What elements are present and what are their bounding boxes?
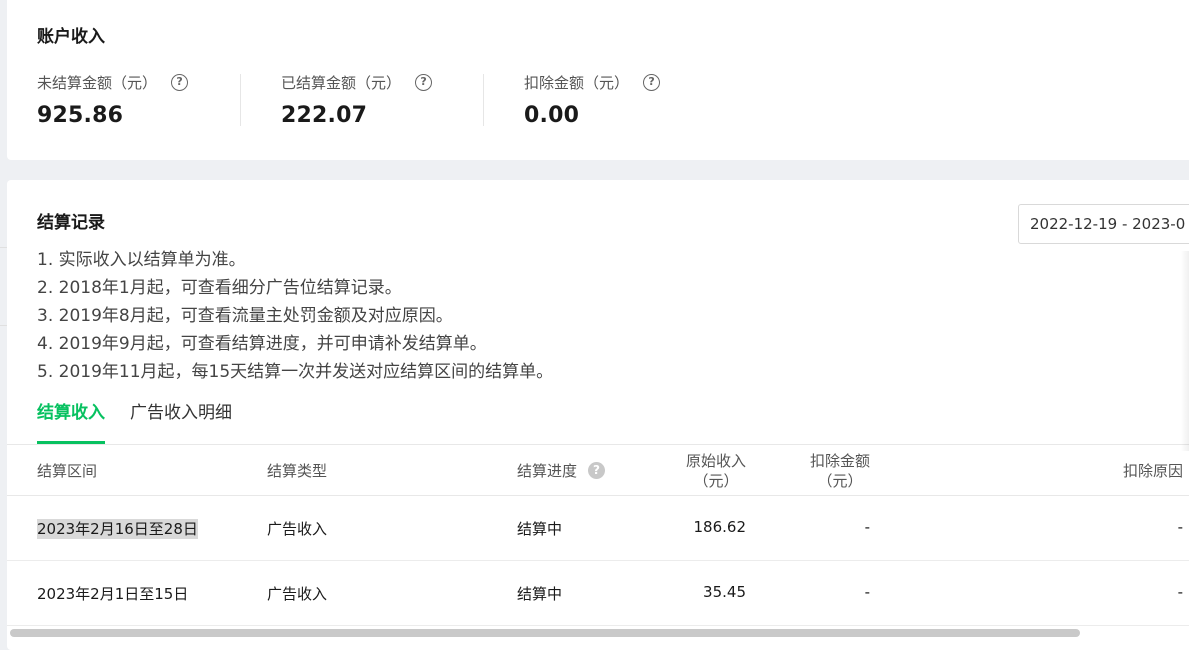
settlement-records-title: 结算记录 bbox=[37, 213, 105, 233]
header-progress-label: 结算进度 bbox=[517, 462, 578, 480]
date-range-picker[interactable]: 2022-12-19 - 2023-0 bbox=[1018, 204, 1189, 244]
account-income-card: 账户收入 未结算金额（元） ? 925.86 已结算金额（元） ? 222.07… bbox=[7, 0, 1189, 160]
row-deduct-amount: - bbox=[864, 518, 870, 536]
question-circle-icon[interactable]: ? bbox=[171, 74, 189, 91]
header-deduct-amount: 扣除金额 （元） bbox=[810, 451, 870, 491]
deducted-amount-label: 扣除金额（元） bbox=[524, 74, 630, 92]
note-item: 1. 实际收入以结算单为准。 bbox=[37, 250, 246, 270]
note-item: 2. 2018年1月起，可查看细分广告位结算记录。 bbox=[37, 278, 402, 298]
unsettled-amount-value: 925.86 bbox=[37, 103, 124, 128]
unsettled-amount-label: 未结算金额（元） bbox=[37, 74, 158, 92]
header-progress: 结算进度 ? bbox=[517, 460, 606, 481]
question-circle-icon[interactable]: ? bbox=[415, 74, 433, 91]
account-income-title: 账户收入 bbox=[37, 27, 105, 47]
header-original-income: 原始收入 （元） bbox=[686, 451, 746, 491]
deducted-amount-value: 0.00 bbox=[524, 103, 580, 128]
header-original-line1: 原始收入 bbox=[685, 452, 746, 470]
note-item: 3. 2019年8月起，可查看流量主处罚金额及对应原因。 bbox=[37, 306, 453, 326]
row-progress: 结算中 bbox=[517, 585, 563, 603]
unsettled-amount-stat: 未结算金额（元） ? 925.86 bbox=[37, 72, 189, 128]
page-edge-line bbox=[0, 325, 7, 326]
settled-amount-label: 已结算金额（元） bbox=[281, 74, 402, 92]
table-header: 结算区间 结算类型 结算进度 ? 原始收入 （元） 扣除金额 （元） 扣除原因 bbox=[7, 445, 1189, 496]
row-original-income: 186.62 bbox=[693, 518, 747, 536]
row-progress: 结算中 bbox=[517, 520, 563, 538]
divider bbox=[483, 74, 484, 126]
table-row: 2023年2月1日至15日 广告收入 结算中 35.45 - - bbox=[7, 561, 1189, 626]
settlement-notes: 1. 实际收入以结算单为准。 2. 2018年1月起，可查看细分广告位结算记录。… bbox=[37, 246, 553, 386]
tab-ad-income-detail[interactable]: 广告收入明细 bbox=[130, 398, 232, 444]
note-item: 4. 2019年9月起，可查看结算进度，并可申请补发结算单。 bbox=[37, 334, 487, 354]
horizontal-scrollbar[interactable] bbox=[10, 629, 1080, 637]
table-row: 2023年2月16日至28日 广告收入 结算中 186.62 - - bbox=[7, 496, 1189, 561]
deducted-amount-stat: 扣除金额（元） ? 0.00 bbox=[524, 72, 661, 128]
header-original-line2: （元） bbox=[693, 472, 739, 490]
row-deduct-reason: - bbox=[1177, 583, 1183, 601]
settlement-records-card: 结算记录 2022-12-19 - 2023-0 1. 实际收入以结算单为准。 … bbox=[7, 180, 1189, 650]
note-item: 5. 2019年11月起，每15天结算一次并发送对应结算区间的结算单。 bbox=[37, 362, 554, 382]
tab-settlement-income[interactable]: 结算收入 bbox=[37, 398, 105, 444]
row-type: 广告收入 bbox=[267, 520, 328, 538]
header-deduct-reason: 扣除原因 bbox=[1122, 462, 1183, 480]
question-circle-icon[interactable]: ? bbox=[588, 462, 606, 479]
settled-amount-stat: 已结算金额（元） ? 222.07 bbox=[281, 72, 433, 128]
row-type: 广告收入 bbox=[267, 585, 328, 603]
table-scroll-shadow bbox=[1181, 251, 1189, 451]
settlement-table: 结算区间 结算类型 结算进度 ? 原始收入 （元） 扣除金额 （元） 扣除原因 bbox=[7, 444, 1189, 626]
page-edge-line bbox=[0, 247, 7, 248]
header-period: 结算区间 bbox=[37, 462, 98, 480]
header-type: 结算类型 bbox=[267, 462, 328, 480]
row-deduct-amount: - bbox=[864, 583, 870, 601]
row-original-income: 35.45 bbox=[703, 583, 746, 601]
row-deduct-reason: - bbox=[1177, 518, 1183, 536]
settlement-tabs: 结算收入 广告收入明细 bbox=[37, 398, 257, 444]
row-period: 2023年2月1日至15日 bbox=[37, 585, 189, 603]
header-deduct-line2: （元） bbox=[817, 472, 863, 490]
settled-amount-value: 222.07 bbox=[281, 103, 368, 128]
question-circle-icon[interactable]: ? bbox=[643, 74, 661, 91]
divider bbox=[240, 74, 241, 126]
header-deduct-line1: 扣除金额 bbox=[809, 452, 870, 470]
row-period: 2023年2月16日至28日 bbox=[37, 519, 198, 539]
